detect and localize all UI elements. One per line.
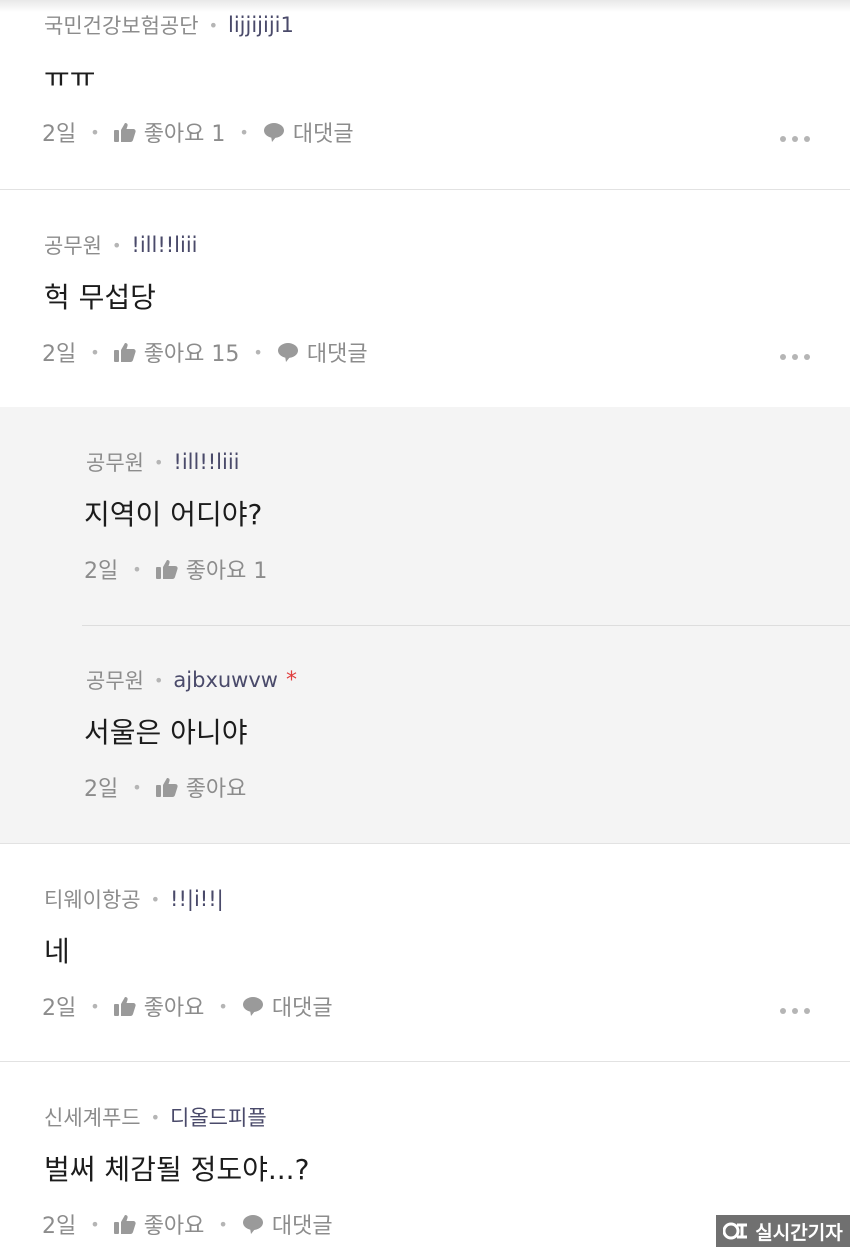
comment-item: 공무원 • !ill!!liii 헉 무섭당 2일 • 좋아요 15 • 대댓글 bbox=[0, 190, 850, 408]
like-button[interactable]: 좋아요 15 bbox=[113, 336, 240, 368]
comment-author: 티웨이항공 bbox=[44, 888, 141, 912]
speech-bubble-icon bbox=[263, 122, 285, 142]
comment-item: 티웨이항공 • !!|i!!| 네 2일 • 좋아요 • 대댓글 bbox=[0, 844, 850, 1062]
comment-time: 2일 bbox=[42, 1214, 77, 1239]
comment-nickname: lijjijiji1 bbox=[228, 13, 294, 37]
like-button[interactable]: 좋아요 1 bbox=[155, 553, 268, 585]
reply-time: 2일 bbox=[84, 777, 119, 802]
thumbs-up-icon bbox=[113, 342, 136, 362]
separator-dot: • bbox=[153, 670, 164, 690]
separator-dot: • bbox=[150, 889, 161, 909]
separator-dot: • bbox=[90, 996, 100, 1016]
comment-time: 2일 bbox=[42, 122, 77, 147]
comment-author: 국민건강보험공단 bbox=[44, 14, 199, 38]
thumbs-up-icon bbox=[113, 1214, 136, 1234]
speech-bubble-icon bbox=[242, 996, 264, 1016]
like-count: 좋아요 bbox=[143, 996, 205, 1021]
reply-actions: 2일 • 좋아요 1 bbox=[84, 553, 267, 585]
reply-actions: 2일 • 좋아요 bbox=[84, 771, 246, 803]
comment-author: 공무원 bbox=[44, 234, 102, 258]
reply-button[interactable]: 대댓글 bbox=[277, 336, 368, 368]
watermark-text: 실시간기자 bbox=[755, 1221, 843, 1244]
thumbs-up-icon bbox=[113, 122, 136, 142]
reply-divider bbox=[82, 625, 850, 626]
reply-label: 대댓글 bbox=[292, 122, 354, 147]
like-button[interactable]: 좋아요 bbox=[113, 1208, 205, 1240]
comment-item: 국민건강보험공단 • lijjijiji1 ㅠㅠ 2일 • 좋아요 1 • 대댓… bbox=[0, 0, 850, 190]
like-button[interactable]: 좋아요 bbox=[113, 990, 205, 1022]
speech-bubble-icon bbox=[277, 342, 299, 362]
separator-dot: • bbox=[218, 1214, 228, 1234]
like-count: 좋아요 15 bbox=[143, 342, 240, 367]
comment-text: ㅠㅠ bbox=[44, 61, 96, 94]
more-options-button[interactable] bbox=[780, 1006, 810, 1016]
like-button[interactable]: 좋아요 bbox=[155, 771, 247, 803]
thumbs-up-icon bbox=[155, 559, 178, 579]
separator-dot: • bbox=[218, 996, 228, 1016]
reply-button[interactable]: 대댓글 bbox=[242, 1208, 333, 1240]
thumbs-up-icon bbox=[113, 996, 136, 1016]
thumbs-up-icon bbox=[155, 777, 178, 797]
separator-dot: • bbox=[132, 559, 142, 579]
comment-actions: 2일 • 좋아요 15 • 대댓글 bbox=[42, 336, 368, 368]
reply-label: 대댓글 bbox=[271, 1214, 333, 1239]
reply-nickname: !ill!!liii bbox=[173, 450, 240, 474]
reply-nickname: ajbxuwvw bbox=[173, 668, 278, 692]
comment-meta: 신세계푸드 • 디올드피플 bbox=[44, 1102, 267, 1132]
separator-dot: • bbox=[90, 342, 100, 362]
reply-label: 대댓글 bbox=[306, 342, 368, 367]
like-button[interactable]: 좋아요 1 bbox=[113, 116, 226, 148]
comment-actions: 2일 • 좋아요 1 • 대댓글 bbox=[42, 116, 354, 148]
comment-meta: 국민건강보험공단 • lijjijiji1 bbox=[44, 10, 294, 40]
comment-actions: 2일 • 좋아요 • 대댓글 bbox=[42, 1208, 333, 1240]
more-options-button[interactable] bbox=[780, 134, 810, 144]
like-count: 좋아요 bbox=[185, 777, 247, 802]
watermark: 실시간기자 bbox=[716, 1215, 850, 1247]
comment-text: 헉 무섭당 bbox=[44, 281, 156, 314]
reply-author: 공무원 bbox=[86, 451, 144, 475]
comment-nickname: 디올드피플 bbox=[170, 1106, 267, 1130]
separator-dot: • bbox=[208, 15, 218, 35]
more-options-button[interactable] bbox=[780, 352, 810, 362]
watermark-logo-icon bbox=[723, 1222, 749, 1240]
reply-thread: 공무원 • !ill!!liii 지역이 어디야? 2일 • 좋아요 1 공무원… bbox=[0, 407, 850, 844]
separator-dot: • bbox=[90, 1214, 100, 1234]
author-mark: * bbox=[285, 667, 297, 693]
reply-time: 2일 bbox=[84, 559, 119, 584]
separator-dot: • bbox=[239, 122, 249, 142]
reply-author: 공무원 bbox=[86, 669, 144, 693]
like-count: 좋아요 bbox=[143, 1214, 205, 1239]
more-dots-icon bbox=[780, 1008, 786, 1014]
more-dots-icon bbox=[780, 354, 786, 360]
comment-meta: 티웨이항공 • !!|i!!| bbox=[44, 884, 224, 914]
reply-text: 서울은 아니야 bbox=[84, 716, 248, 749]
reply-label: 대댓글 bbox=[271, 996, 333, 1021]
like-count: 좋아요 1 bbox=[185, 559, 268, 584]
reply-button[interactable]: 대댓글 bbox=[242, 990, 333, 1022]
reply-meta: 공무원 • ajbxuwvw * bbox=[86, 665, 297, 695]
separator-dot: • bbox=[90, 122, 100, 142]
comment-time: 2일 bbox=[42, 342, 77, 367]
separator-dot: • bbox=[153, 452, 164, 472]
comment-nickname: !!|i!!| bbox=[170, 887, 224, 911]
comment-time: 2일 bbox=[42, 996, 77, 1021]
comment-text: 벌써 체감될 정도야...? bbox=[44, 1153, 310, 1186]
separator-dot: • bbox=[253, 342, 263, 362]
reply-meta: 공무원 • !ill!!liii bbox=[86, 447, 240, 477]
more-dots-icon bbox=[780, 136, 786, 142]
separator-dot: • bbox=[150, 1107, 161, 1127]
speech-bubble-icon bbox=[242, 1214, 264, 1234]
comment-nickname: !ill!!liii bbox=[131, 233, 198, 257]
reply-button[interactable]: 대댓글 bbox=[263, 116, 354, 148]
like-count: 좋아요 1 bbox=[143, 122, 226, 147]
comment-author: 신세계푸드 bbox=[44, 1106, 141, 1130]
separator-dot: • bbox=[111, 235, 122, 255]
comment-actions: 2일 • 좋아요 • 대댓글 bbox=[42, 990, 333, 1022]
comment-meta: 공무원 • !ill!!liii bbox=[44, 230, 198, 260]
comment-text: 네 bbox=[44, 935, 70, 968]
separator-dot: • bbox=[132, 777, 142, 797]
reply-text: 지역이 어디야? bbox=[84, 498, 263, 531]
